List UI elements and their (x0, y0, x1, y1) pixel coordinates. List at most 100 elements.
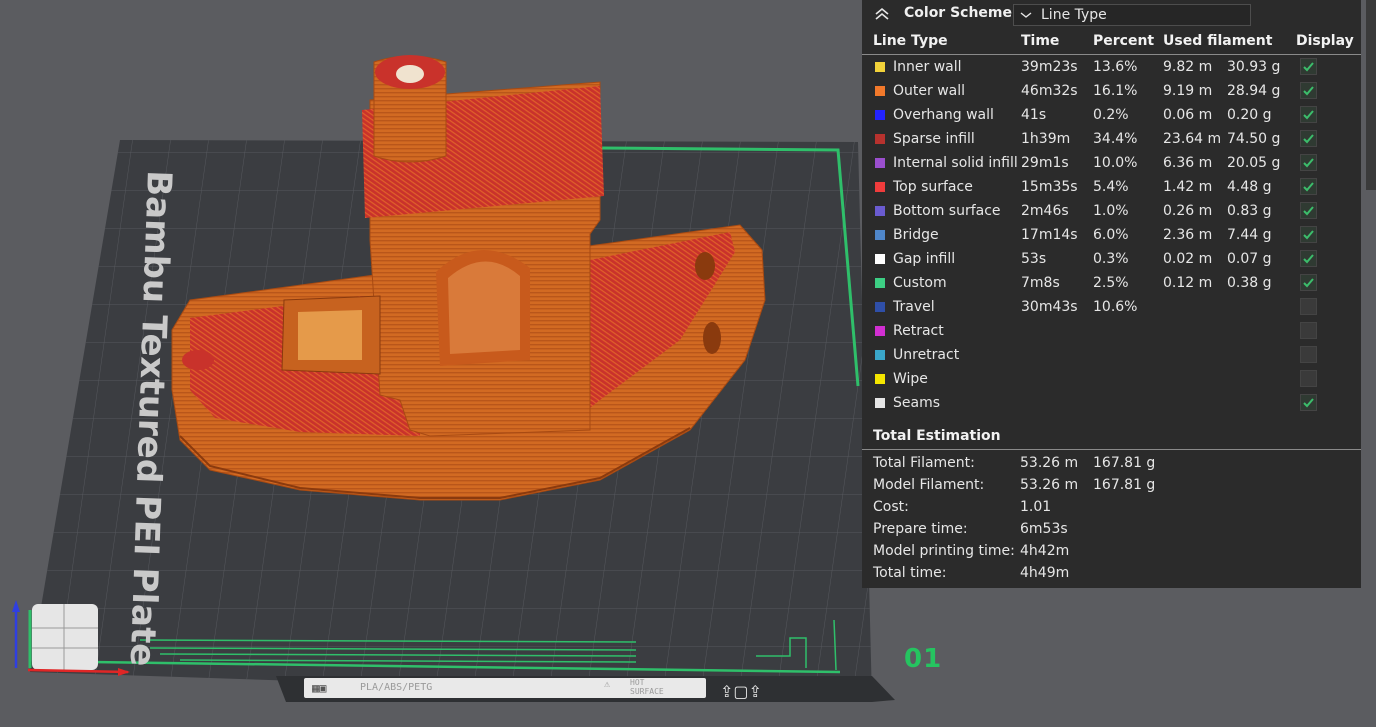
line-color-swatch (875, 302, 885, 312)
color-scheme-value: Line Type (1041, 7, 1107, 23)
line-type-name: Unretract (893, 347, 960, 363)
line-percent: 2.5% (1093, 275, 1129, 291)
collapse-icon[interactable] (872, 5, 892, 23)
line-time: 41s (1021, 107, 1047, 123)
line-weight: 0.20 g (1227, 107, 1272, 123)
line-percent: 6.0% (1093, 227, 1129, 243)
display-checkbox[interactable] (1300, 106, 1317, 123)
line-type-name: Retract (893, 323, 944, 339)
legend-row[interactable]: Top surface 15m35s 5.4% 1.42 m 4.48 g (862, 175, 1361, 199)
line-time: 39m23s (1021, 59, 1078, 75)
color-scheme-label: Color Scheme (904, 5, 1013, 21)
line-time: 17m14s (1021, 227, 1078, 243)
total-value-1: 1.01 (1020, 499, 1052, 515)
line-weight: 20.05 g (1227, 155, 1281, 171)
plate-tool-icons: ⇪▢⇪ (720, 682, 762, 701)
line-percent: 16.1% (1093, 83, 1138, 99)
total-value-1: 53.26 m (1020, 455, 1079, 471)
total-estimation-title: Total Estimation (873, 428, 1001, 444)
check-icon (1303, 278, 1314, 288)
plate-number[interactable]: 01 (904, 644, 942, 674)
display-checkbox[interactable] (1300, 370, 1317, 387)
line-color-swatch (875, 62, 885, 72)
display-checkbox[interactable] (1300, 394, 1317, 411)
legend-row[interactable]: Retract (862, 319, 1361, 343)
display-checkbox[interactable] (1300, 274, 1317, 291)
line-percent: 10.6% (1093, 299, 1138, 315)
total-value-1: 6m53s (1020, 521, 1068, 537)
display-checkbox[interactable] (1300, 250, 1317, 267)
line-color-swatch (875, 374, 885, 384)
line-type-name: Top surface (893, 179, 973, 195)
line-weight: 7.44 g (1227, 227, 1272, 243)
line-color-swatch (875, 182, 885, 192)
legend-row[interactable]: Travel 30m43s 10.6% (862, 295, 1361, 319)
display-checkbox[interactable] (1300, 202, 1317, 219)
check-icon (1303, 110, 1314, 120)
line-percent: 0.3% (1093, 251, 1129, 267)
col-line-type: Line Type (873, 33, 948, 49)
total-label: Model printing time: (873, 543, 1015, 559)
legend-row[interactable]: Wipe (862, 367, 1361, 391)
total-value-2: 167.81 g (1093, 455, 1156, 471)
display-checkbox[interactable] (1300, 178, 1317, 195)
legend-row[interactable]: Internal solid infill 29m1s 10.0% 6.36 m 20.… (862, 151, 1361, 175)
hot-surface-text-2: SURFACE (630, 687, 664, 696)
legend-row[interactable]: Custom 7m8s 2.5% 0.12 m 0.38 g (862, 271, 1361, 295)
line-type-name: Bridge (893, 227, 939, 243)
line-weight: 28.94 g (1227, 83, 1281, 99)
line-length: 0.06 m (1163, 107, 1213, 123)
col-percent: Percent (1093, 33, 1155, 49)
line-length: 0.02 m (1163, 251, 1213, 267)
line-color-swatch (875, 110, 885, 120)
check-icon (1303, 158, 1314, 168)
legend-row[interactable]: Bridge 17m14s 6.0% 2.36 m 7.44 g (862, 223, 1361, 247)
line-time: 53s (1021, 251, 1047, 267)
line-length: 23.64 m (1163, 131, 1222, 147)
line-length: 2.36 m (1163, 227, 1213, 243)
line-type-name: Gap infill (893, 251, 956, 267)
line-color-swatch (875, 206, 885, 216)
legend-row[interactable]: Sparse infill 1h39m 34.4% 23.64 m 74.50 g (862, 127, 1361, 151)
line-type-name: Seams (893, 395, 941, 411)
col-display: Display (1296, 33, 1354, 49)
legend-row[interactable]: Seams (862, 391, 1361, 415)
legend-row[interactable]: Inner wall 39m23s 13.6% 9.82 m 30.93 g (862, 55, 1361, 79)
total-label: Prepare time: (873, 521, 968, 537)
line-length: 0.26 m (1163, 203, 1213, 219)
legend-row[interactable]: Unretract (862, 343, 1361, 367)
color-scheme-select[interactable]: Line Type (1013, 4, 1251, 26)
total-row: Total Filament: 53.26 m 167.81 g (862, 453, 1361, 475)
display-checkbox[interactable] (1300, 154, 1317, 171)
line-percent: 0.2% (1093, 107, 1129, 123)
display-checkbox[interactable] (1300, 298, 1317, 315)
line-time: 29m1s (1021, 155, 1069, 171)
total-label: Total time: (873, 565, 947, 581)
line-time: 1h39m (1021, 131, 1071, 147)
line-color-swatch (875, 230, 885, 240)
total-value-1: 53.26 m (1020, 477, 1079, 493)
line-color-swatch (875, 158, 885, 168)
line-weight: 0.07 g (1227, 251, 1272, 267)
display-checkbox[interactable] (1300, 58, 1317, 75)
legend-row[interactable]: Overhang wall 41s 0.2% 0.06 m 0.20 g (862, 103, 1361, 127)
line-color-swatch (875, 134, 885, 144)
legend-row[interactable]: Gap infill 53s 0.3% 0.02 m 0.07 g (862, 247, 1361, 271)
line-length: 9.19 m (1163, 83, 1213, 99)
line-type-name: Travel (893, 299, 935, 315)
legend-row[interactable]: Bottom surface 2m46s 1.0% 0.26 m 0.83 g (862, 199, 1361, 223)
display-checkbox[interactable] (1300, 226, 1317, 243)
total-value-1: 4h42m (1020, 543, 1070, 559)
total-row: Model printing time: 4h42m (862, 541, 1361, 563)
check-icon (1303, 398, 1314, 408)
line-time: 2m46s (1021, 203, 1069, 219)
display-checkbox[interactable] (1300, 130, 1317, 147)
total-row: Cost: 1.01 (862, 497, 1361, 519)
display-checkbox[interactable] (1300, 82, 1317, 99)
legend-row[interactable]: Outer wall 46m32s 16.1% 9.19 m 28.94 g (862, 79, 1361, 103)
check-icon (1303, 62, 1314, 72)
display-checkbox[interactable] (1300, 322, 1317, 339)
display-checkbox[interactable] (1300, 346, 1317, 363)
line-time: 30m43s (1021, 299, 1078, 315)
line-type-name: Internal solid infill (893, 155, 1018, 171)
